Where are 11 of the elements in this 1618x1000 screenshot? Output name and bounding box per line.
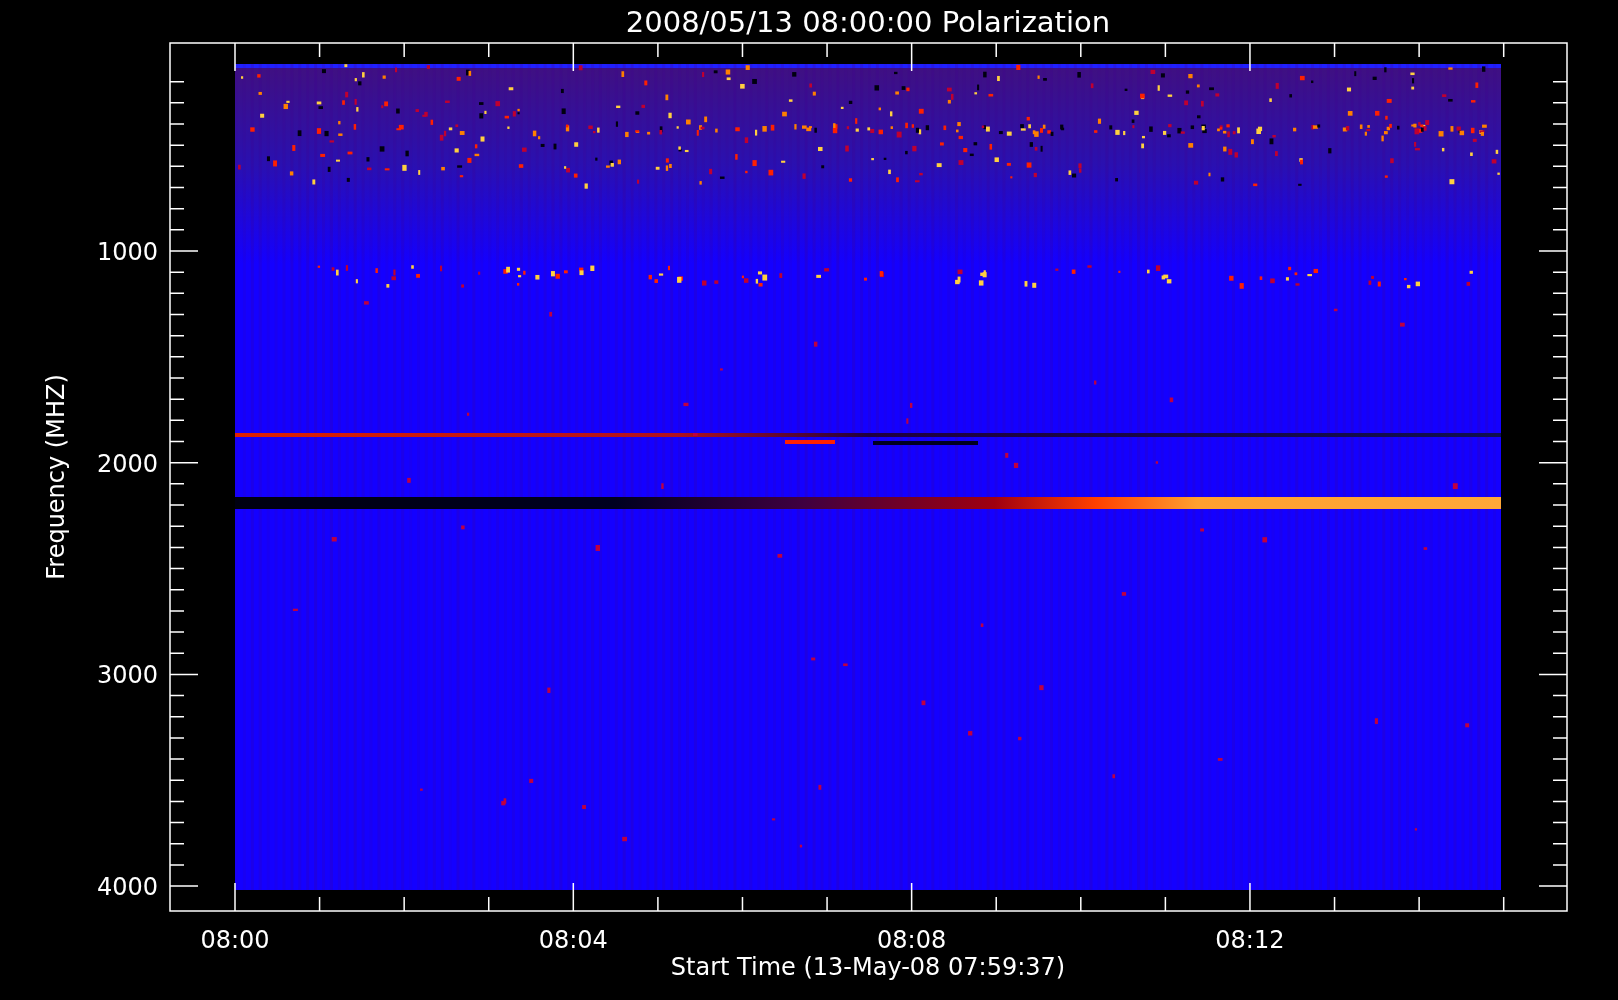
y-axis-label: Frequency (MHZ) (42, 374, 70, 580)
x-axis-label: Start Time (13-May-08 07:59:37) (670, 953, 1066, 981)
plot-title: 2008/05/13 08:00:00 Polarization (625, 5, 1111, 39)
x-tick-label: 08:08 (877, 926, 947, 954)
x-tick-label: 08:04 (538, 926, 608, 954)
y-tick-label: 3000 (96, 661, 158, 690)
x-tick-label: 08:00 (200, 926, 270, 954)
x-tick-label: 08:12 (1215, 926, 1285, 954)
y-tick-label: 4000 (96, 873, 158, 902)
y-tick-label: 1000 (96, 238, 158, 266)
y-tick-label: 2000 (96, 449, 158, 478)
